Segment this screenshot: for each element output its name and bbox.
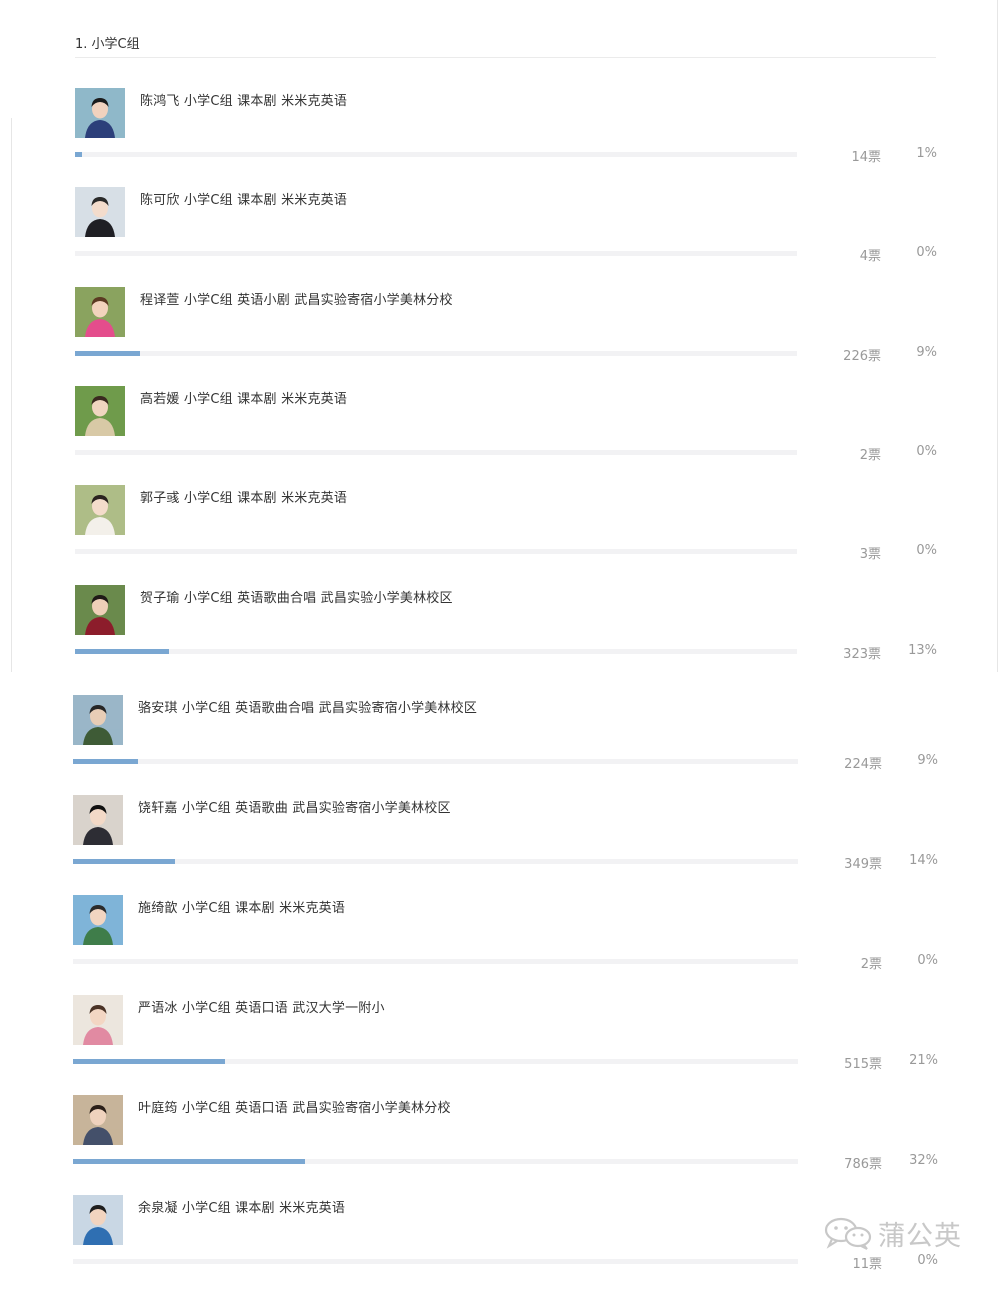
vote-option[interactable]: 陈可欣 小学C组 课本剧 米米克英语 4票 0% — [75, 187, 945, 286]
contestant-label: 叶庭筠 小学C组 英语口语 武昌实验寄宿小学美林分校 — [138, 1101, 451, 1116]
wechat-icon — [824, 1217, 872, 1250]
vote-count: 2票 — [859, 448, 881, 463]
vote-percent: 9% — [916, 345, 937, 360]
vote-bar-track — [75, 251, 797, 256]
contestant-photo — [73, 1095, 123, 1145]
vote-percent: 14% — [909, 853, 938, 868]
vote-count: 226票 — [843, 349, 881, 364]
contestant-photo — [73, 1195, 123, 1245]
contestant-photo — [73, 895, 123, 945]
vote-bar-fill — [75, 152, 82, 157]
vote-bar-track — [75, 152, 797, 157]
contestant-label: 施绮歆 小学C组 课本剧 米米克英语 — [138, 901, 346, 916]
contestant-label: 余泉凝 小学C组 课本剧 米米克英语 — [138, 1201, 346, 1216]
vote-bar-fill — [75, 351, 140, 356]
vote-percent: 0% — [917, 953, 938, 968]
vote-option[interactable]: 余泉凝 小学C组 课本剧 米米克英语 11票 0% — [73, 1195, 943, 1294]
vote-count: 2票 — [860, 957, 882, 972]
vote-option[interactable]: 高若媛 小学C组 课本剧 米米克英语 2票 0% — [75, 386, 945, 485]
contestant-label: 贺子瑜 小学C组 英语歌曲合唱 武昌实验小学美林校区 — [140, 591, 453, 606]
contestant-photo — [75, 485, 125, 535]
vote-bar-fill — [73, 1059, 225, 1064]
vote-count: 224票 — [844, 757, 882, 772]
vote-percent: 9% — [917, 753, 938, 768]
vote-option[interactable]: 严语冰 小学C组 英语口语 武汉大学一附小 515票 21% — [73, 995, 943, 1094]
vote-percent: 21% — [909, 1053, 938, 1068]
watermark-text: 蒲公英 — [878, 1220, 962, 1252]
vote-percent: 0% — [917, 1253, 938, 1268]
vote-count: 349票 — [844, 857, 882, 872]
section-title: 1. 小学C组 — [75, 37, 140, 52]
vote-option[interactable]: 贺子瑜 小学C组 英语歌曲合唱 武昌实验小学美林校区 323票 13% — [75, 585, 945, 684]
vote-option[interactable]: 施绮歆 小学C组 课本剧 米米克英语 2票 0% — [73, 895, 943, 994]
contestant-photo — [73, 995, 123, 1045]
vote-bar-track — [73, 959, 798, 964]
vote-bar-fill — [73, 1159, 305, 1164]
vote-bar-track — [73, 1159, 798, 1164]
contestant-label: 陈可欣 小学C组 课本剧 米米克英语 — [140, 193, 348, 208]
vote-count: 3票 — [859, 547, 881, 562]
vote-bar-track — [73, 859, 798, 864]
contestant-label: 程译萱 小学C组 英语小剧 武昌实验寄宿小学美林分校 — [140, 293, 453, 308]
contestant-photo — [75, 386, 125, 436]
contestant-photo — [75, 187, 125, 237]
contestant-label: 郭子彧 小学C组 课本剧 米米克英语 — [140, 491, 348, 506]
vote-bar-track — [75, 450, 797, 455]
vote-count: 4票 — [859, 249, 881, 264]
vote-percent: 13% — [908, 643, 937, 658]
vote-option[interactable]: 郭子彧 小学C组 课本剧 米米克英语 3票 0% — [75, 485, 945, 584]
vote-option[interactable]: 叶庭筠 小学C组 英语口语 武昌实验寄宿小学美林分校 786票 32% — [73, 1095, 943, 1194]
vote-percent: 0% — [916, 543, 937, 558]
contestant-label: 饶轩嘉 小学C组 英语歌曲 武昌实验寄宿小学美林校区 — [138, 801, 451, 816]
contestant-photo — [73, 795, 123, 845]
vote-bar-fill — [73, 759, 138, 764]
contestant-photo — [73, 695, 123, 745]
vote-option[interactable]: 程译萱 小学C组 英语小剧 武昌实验寄宿小学美林分校 226票 9% — [75, 287, 945, 386]
right-edge-line — [997, 0, 998, 672]
vote-bar-fill — [75, 649, 169, 654]
vote-bar-track — [73, 1059, 798, 1064]
title-divider — [75, 57, 936, 58]
vote-count: 323票 — [843, 647, 881, 662]
contestant-label: 陈鸿飞 小学C组 课本剧 米米克英语 — [140, 94, 348, 109]
vote-option[interactable]: 饶轩嘉 小学C组 英语歌曲 武昌实验寄宿小学美林校区 349票 14% — [73, 795, 943, 894]
vote-count: 515票 — [844, 1057, 882, 1072]
vote-percent: 0% — [916, 444, 937, 459]
vote-percent: 0% — [916, 245, 937, 260]
contestant-photo — [75, 585, 125, 635]
vote-percent: 32% — [909, 1153, 938, 1168]
watermark: 蒲公英 — [822, 1213, 962, 1253]
vote-bar-track — [75, 649, 797, 654]
vote-option[interactable]: 骆安琪 小学C组 英语歌曲合唱 武昌实验寄宿小学美林校区 224票 9% — [73, 695, 943, 794]
contestant-label: 高若媛 小学C组 课本剧 米米克英语 — [140, 392, 348, 407]
vote-bar-track — [73, 1259, 798, 1264]
vote-option[interactable]: 陈鸿飞 小学C组 课本剧 米米克英语 14票 1% — [75, 88, 945, 187]
vote-bar-track — [75, 549, 797, 554]
contestant-label: 严语冰 小学C组 英语口语 武汉大学一附小 — [138, 1001, 385, 1016]
vote-count: 14票 — [851, 150, 881, 165]
vote-bar-track — [73, 759, 798, 764]
left-edge-line — [11, 118, 12, 672]
contestant-photo — [75, 88, 125, 138]
vote-count: 786票 — [844, 1157, 882, 1172]
vote-bar-fill — [73, 859, 175, 864]
vote-bar-track — [75, 351, 797, 356]
contestant-photo — [75, 287, 125, 337]
vote-percent: 1% — [916, 146, 937, 161]
vote-count: 11票 — [852, 1257, 882, 1272]
contestant-label: 骆安琪 小学C组 英语歌曲合唱 武昌实验寄宿小学美林校区 — [138, 701, 478, 716]
